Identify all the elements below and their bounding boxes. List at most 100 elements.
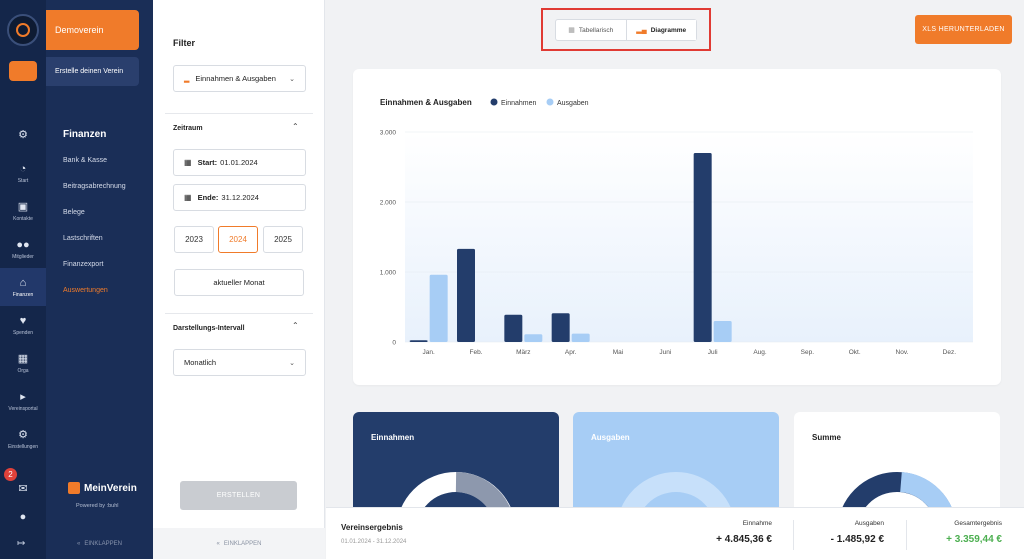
bar-ausgaben-6[interactable]: [713, 321, 732, 342]
rail-item-orga[interactable]: ▦ Orga: [0, 344, 46, 382]
collapse-nav-button[interactable]: « EINKLAPPEN: [46, 528, 153, 559]
create-button[interactable]: ERSTELLEN: [180, 481, 297, 510]
legend-label-1[interactable]: Ausgaben: [557, 100, 589, 107]
einnahmen-card: Einnahmen: [353, 412, 559, 522]
interval-label: Darstellungs-Intervall: [173, 325, 245, 332]
contacts-icon: ▣: [17, 200, 29, 213]
brand-icon: [68, 482, 80, 494]
chart-small-icon: ▂: [184, 75, 190, 83]
interval-select[interactable]: Monatlich ⌄: [173, 349, 306, 376]
club-switch-button[interactable]: Demoverein: [46, 10, 139, 50]
ausgaben-donut: [616, 472, 736, 522]
rail-item-einstellungen[interactable]: ⚙ Einstellungen: [0, 420, 46, 458]
nav-item-finanzexport[interactable]: Finanzexport: [63, 261, 103, 268]
start-date-field[interactable]: ▦ Start: 01.01.2024: [173, 149, 306, 176]
zeitraum-label: Zeitraum: [173, 125, 203, 132]
bank-icon: ⌂: [19, 276, 27, 289]
bar-ausgaben-3[interactable]: [571, 333, 590, 342]
x-tick-label: Apr.: [565, 349, 577, 356]
gear-icon: ⚙: [18, 428, 28, 441]
divider: [165, 113, 313, 114]
year-2024-button[interactable]: 2024: [218, 226, 258, 253]
chat-icon: ✉: [18, 483, 28, 495]
chevron-down-icon: ⌄: [289, 359, 295, 367]
expense-summary: Ausgaben - 1.485,92 €: [830, 520, 884, 545]
section-title: Finanzen: [63, 129, 107, 140]
help-icon: ●: [19, 511, 27, 523]
nav-item-bank-kasse[interactable]: Bank & Kasse: [63, 157, 107, 164]
tab-tabellarisch[interactable]: ▦ Tabellarisch: [556, 20, 626, 40]
notification-badge: 2: [4, 468, 17, 481]
rail-item-notifications[interactable]: ⚙: [0, 116, 46, 154]
ausgaben-card: Ausgaben: [573, 412, 779, 522]
bar-einnahmen-3[interactable]: [551, 313, 570, 342]
legend-marker-1: [546, 98, 554, 106]
xls-download-button[interactable]: XLS HERUNTERLADEN: [915, 15, 1012, 44]
bar-einnahmen-0[interactable]: [409, 340, 428, 342]
rail-item-vereinsportal[interactable]: ▸ Vereinsportal: [0, 382, 46, 420]
einnahmen-donut: [396, 472, 516, 522]
chevron-down-icon: ⌄: [289, 75, 295, 83]
logout-icon[interactable]: ↦: [17, 538, 25, 549]
year-2023-button[interactable]: 2023: [174, 226, 214, 253]
tab-diagramme[interactable]: ▂▄ Diagramme: [625, 20, 696, 40]
result-period: 01.01.2024 - 31.12.2024: [341, 539, 407, 545]
chart-legend: Einnahmen Ausgaben: [490, 98, 589, 107]
current-month-button[interactable]: aktueller Monat: [174, 269, 304, 296]
legend-label-0[interactable]: Einnahmen: [501, 100, 537, 107]
x-tick-label: Aug.: [753, 349, 767, 356]
club-logo-icon[interactable]: [7, 14, 39, 46]
bar-ausgaben-0[interactable]: [429, 274, 448, 342]
x-tick-label: Okt.: [849, 349, 861, 356]
divider: [906, 520, 907, 550]
collapse-filter-button[interactable]: « EINKLAPPEN: [153, 528, 325, 559]
chevron-up-icon[interactable]: ⌃: [292, 321, 299, 330]
y-tick-label: 1.000: [380, 270, 397, 277]
chevron-up-icon[interactable]: ⌃: [292, 122, 299, 131]
sub-navigation: Demoverein Erstelle deinen Verein Finanz…: [46, 0, 153, 559]
legend-marker-0: [490, 98, 498, 106]
filter-title: Filter: [173, 38, 196, 48]
y-tick-label: 2.000: [380, 200, 397, 207]
x-tick-label: Mai: [613, 349, 623, 356]
bar-einnahmen-6[interactable]: [693, 153, 712, 342]
y-tick-label: 0: [392, 340, 396, 347]
rail-item-spenden[interactable]: ♥ Spenden: [0, 306, 46, 344]
bar-chart-icon: ▂▄: [636, 27, 647, 34]
rail-item-mitglieder[interactable]: ●● Mitglieder: [0, 230, 46, 268]
summe-card: Summe: [794, 412, 1000, 522]
calendar-icon: ▦: [184, 158, 192, 167]
donate-icon: ♥: [19, 314, 27, 327]
y-axis: 0 1.000 2.000 3.000: [380, 130, 397, 347]
divider: [793, 520, 794, 550]
create-club-icon[interactable]: [9, 61, 37, 81]
rail-item-kontakte[interactable]: ▣ Kontakte: [0, 192, 46, 230]
x-tick-label: Juni: [659, 349, 671, 356]
bar-einnahmen-2[interactable]: [504, 314, 523, 342]
nav-item-lastschriften[interactable]: Lastschriften: [63, 235, 103, 242]
chart-card: Einnahmen & Ausgaben Einnahmen Ausgaben 0…: [353, 69, 1001, 385]
rail-item-help[interactable]: ●: [0, 498, 46, 536]
summe-donut: [837, 472, 957, 522]
x-tick-label: Nov.: [896, 349, 909, 356]
create-club-button[interactable]: Erstelle deinen Verein: [46, 57, 139, 86]
end-date-field[interactable]: ▦ Ende: 31.12.2024: [173, 184, 306, 211]
bar-einnahmen-1[interactable]: [457, 248, 475, 342]
brand-logo: MeinVerein: [68, 482, 137, 494]
rail-item-finanzen[interactable]: ⌂ Finanzen: [0, 268, 46, 306]
nav-item-beitragsabrechnung[interactable]: Beitragsabrechnung: [63, 183, 126, 190]
double-chevron-left-icon: «: [76, 540, 81, 547]
bar-ausgaben-2[interactable]: [524, 334, 543, 342]
rail-item-start[interactable]: ◔ Start: [0, 154, 46, 192]
bell-icon: ⚙: [18, 129, 28, 141]
nav-item-auswertungen[interactable]: Auswertungen: [63, 287, 108, 294]
y-tick-label: 3.000: [380, 130, 397, 137]
result-bar: Vereinsergebnis 01.01.2024 - 31.12.2024 …: [326, 507, 1024, 559]
nav-item-belege[interactable]: Belege: [63, 209, 85, 216]
year-2025-button[interactable]: 2025: [263, 226, 303, 253]
plot-background: [405, 132, 973, 342]
x-tick-label: Feb.: [469, 349, 482, 356]
type-select[interactable]: ▂ Einnahmen & Ausgaben ⌄: [173, 65, 306, 92]
x-tick-label: Dez.: [943, 349, 957, 356]
calendar-icon: ▦: [17, 352, 29, 365]
